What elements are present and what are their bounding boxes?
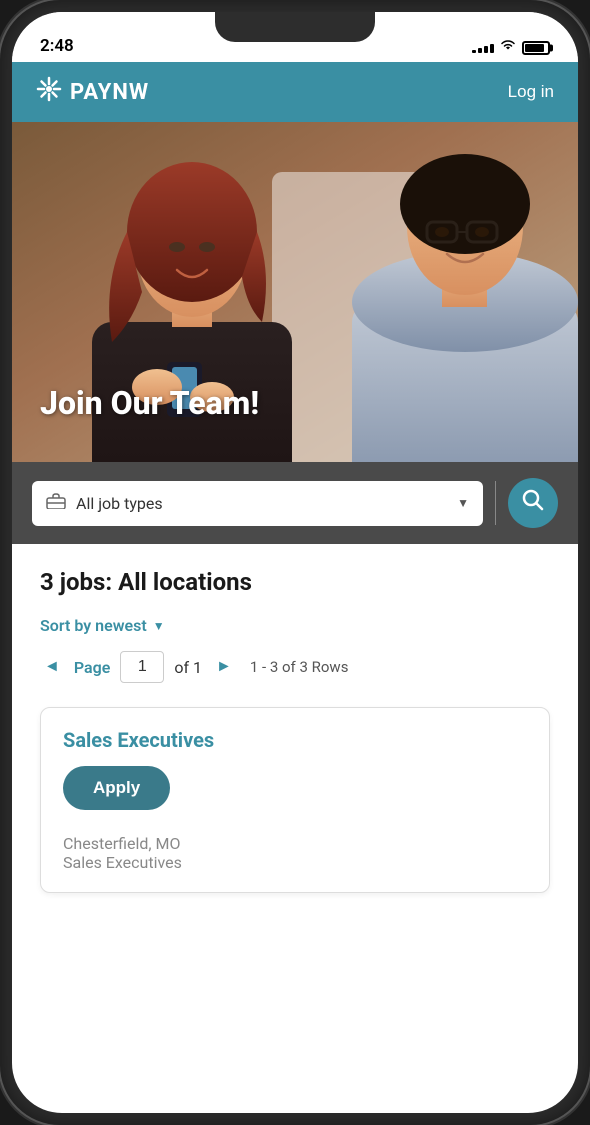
search-button[interactable] — [508, 478, 558, 528]
job-type-select[interactable]: All job types ▼ — [32, 481, 483, 526]
status-time: 2:48 — [40, 36, 74, 56]
login-button[interactable]: Log in — [508, 82, 554, 102]
main-content: 3 jobs: All locations Sort by newest ▼ ◄… — [12, 544, 578, 917]
hero-section: Join Our Team! — [12, 122, 578, 462]
wifi-icon — [500, 40, 516, 56]
search-icon — [522, 489, 544, 517]
page-input[interactable] — [120, 651, 164, 683]
sort-arrow-icon: ▼ — [153, 619, 165, 633]
page-of-label: of 1 — [174, 658, 202, 677]
job-subtitle: Sales Executives — [63, 853, 527, 872]
sort-by-button[interactable]: Sort by newest ▼ — [40, 616, 550, 635]
phone-frame: 2:48 — [0, 0, 590, 1125]
battery-fill — [525, 44, 544, 52]
page-label: Page — [74, 658, 110, 677]
page-rows-info: 1 - 3 of 3 Rows — [250, 658, 349, 676]
job-type-label: All job types — [76, 494, 447, 513]
page-prev-button[interactable]: ◄ — [40, 654, 64, 680]
sort-row: Sort by newest ▼ — [40, 616, 550, 635]
job-location: Chesterfield, MO — [63, 834, 527, 853]
apply-button[interactable]: Apply — [63, 766, 170, 810]
pagination-row: ◄ Page of 1 ► 1 - 3 of 3 Rows — [40, 651, 550, 683]
app-header: PAYNW Log in — [12, 62, 578, 122]
logo-area: PAYNW — [36, 76, 149, 108]
jobs-title: 3 jobs: All locations — [40, 568, 550, 596]
logo-text: PAYNW — [70, 80, 149, 105]
sort-label: Sort by newest — [40, 616, 147, 635]
job-title[interactable]: Sales Executives — [63, 728, 527, 752]
signal-icon — [472, 44, 494, 53]
battery-icon — [522, 41, 550, 55]
status-icons — [472, 40, 550, 56]
phone-notch — [215, 12, 375, 42]
logo-icon — [36, 76, 62, 108]
dropdown-arrow-icon: ▼ — [457, 496, 469, 510]
page-next-button[interactable]: ► — [212, 654, 236, 680]
search-bar-area: All job types ▼ — [12, 462, 578, 544]
briefcase-icon — [46, 493, 66, 514]
phone-screen: 2:48 — [12, 12, 578, 1113]
search-divider — [495, 481, 496, 525]
job-card: Sales Executives Apply Chesterfield, MO … — [40, 707, 550, 893]
hero-headline: Join Our Team! — [40, 384, 259, 422]
